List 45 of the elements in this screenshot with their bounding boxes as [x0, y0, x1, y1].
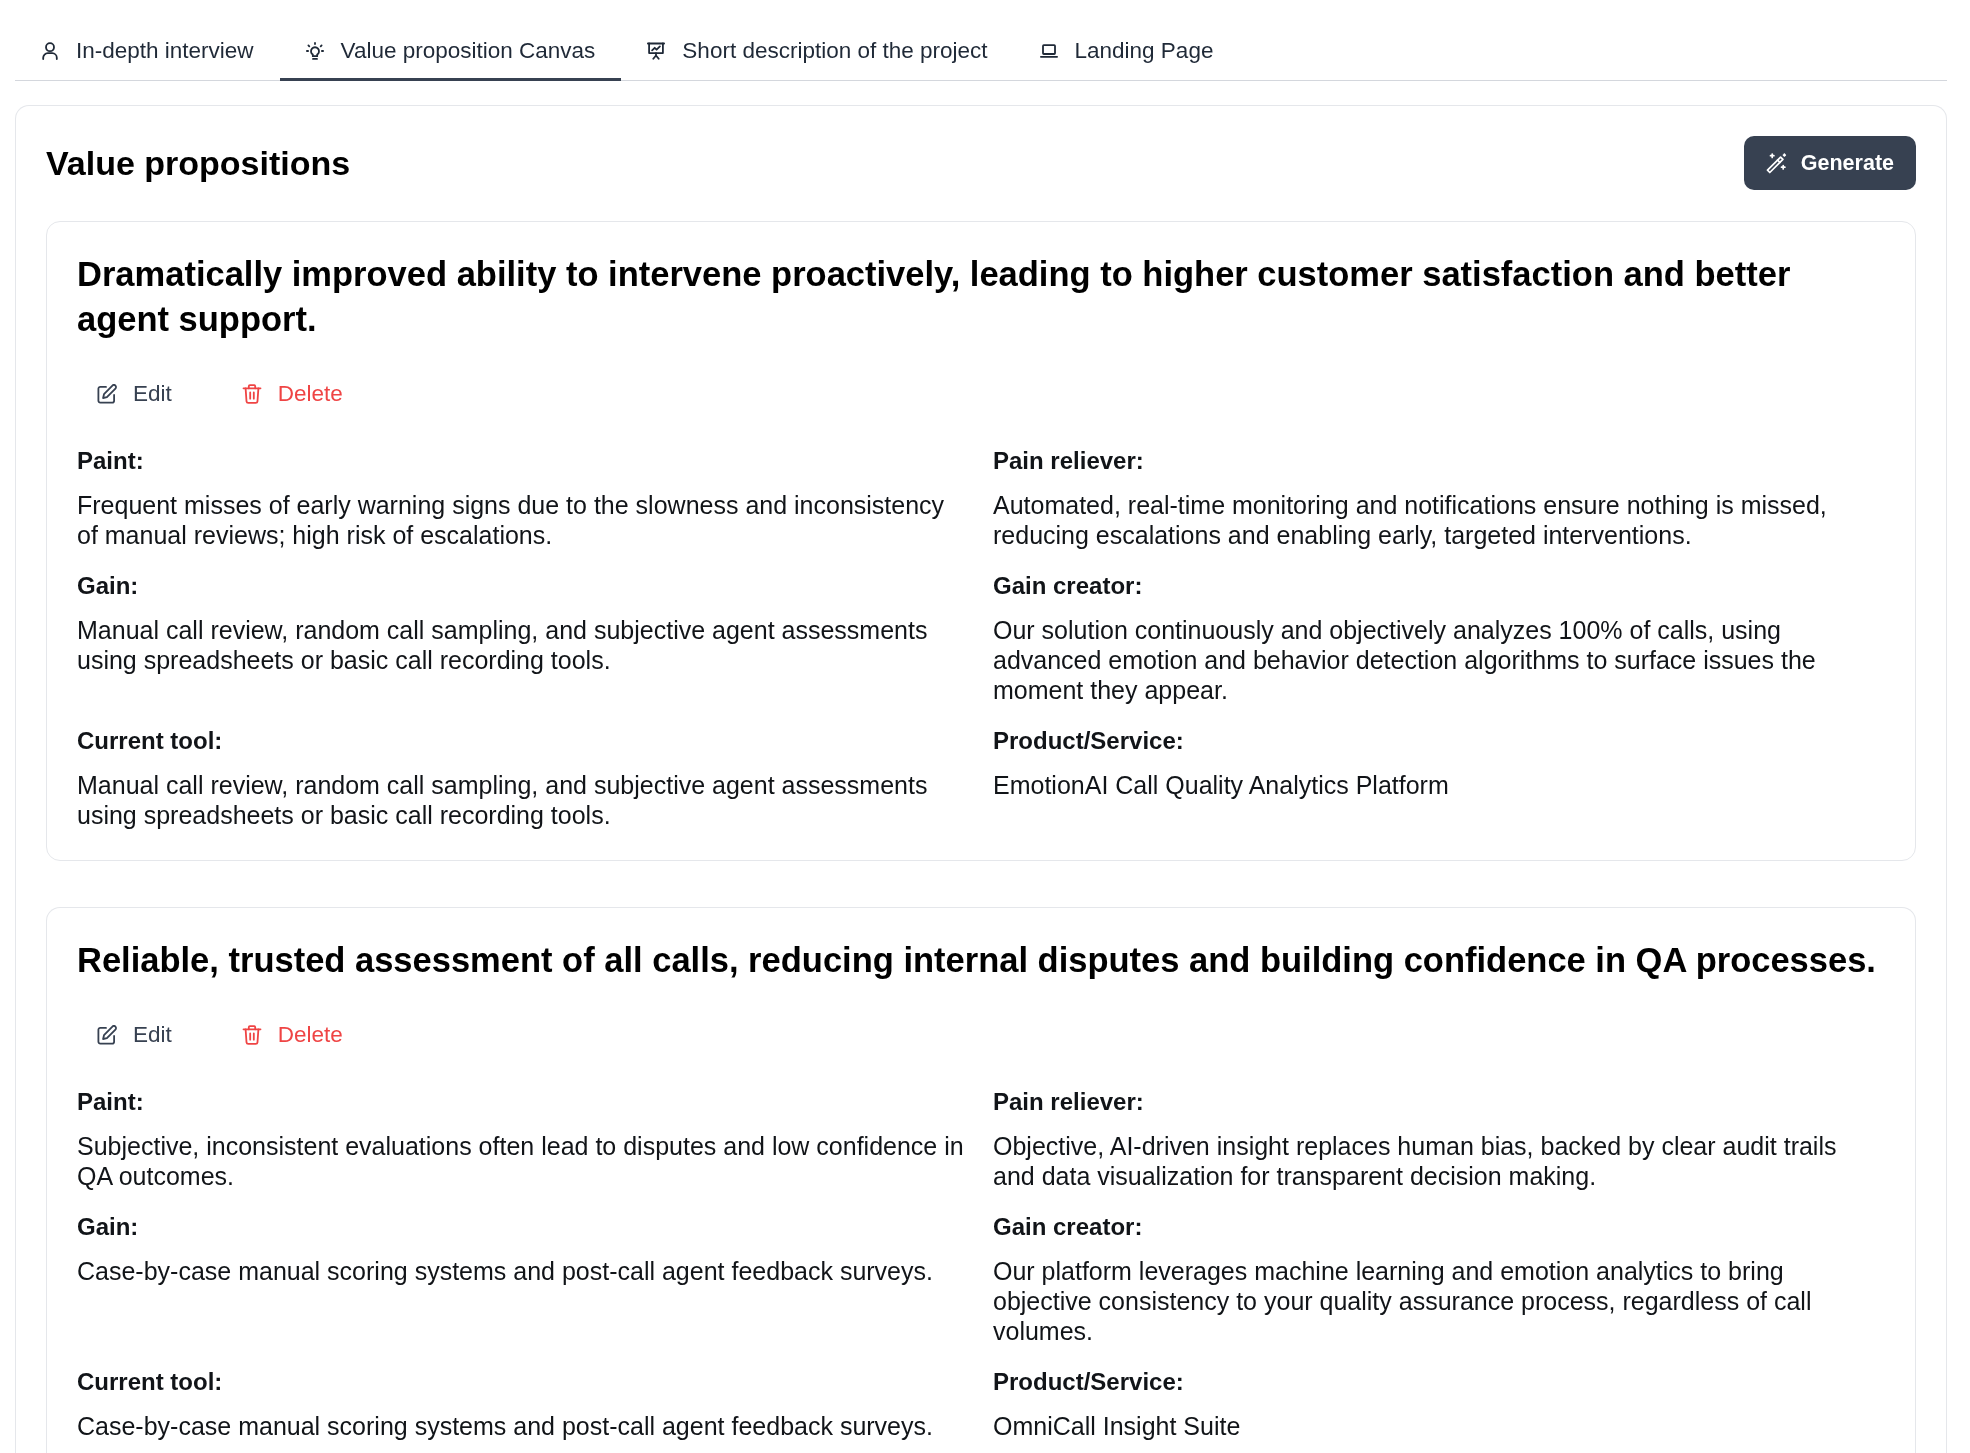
field-text: Our solution continuously and objectively analyzes 100% of calls, using advanced emotion and behavior detection algorithms to surface issues the moment they appear.	[993, 615, 1817, 705]
field-label: Paint:	[77, 446, 145, 476]
presentation-chart-icon	[647, 41, 666, 60]
field-text: Objective, AI-driven insight replaces human bias, backed by clear audit trails and data visualization for transparent decision making.	[993, 1131, 1838, 1191]
field-label: Gain creator:	[993, 1212, 1144, 1242]
tab[interactable]: Short description of the project	[621, 23, 1014, 81]
field-label: Pain reliever:	[993, 446, 1145, 476]
field-text: Frequent misses of early warning signs due to the slowness and inconsistency of manual reviews; high risk of escalations.	[77, 490, 946, 550]
tab[interactable]: In-depth interview	[15, 23, 280, 81]
field-label: Gain:	[77, 1212, 140, 1242]
edit-icon	[97, 384, 117, 404]
edit-icon	[97, 1025, 117, 1045]
tab[interactable]: Value proposition Canvas	[279, 23, 622, 81]
field-label: Current tool:	[77, 726, 224, 756]
field-label: Gain:	[77, 571, 140, 601]
field-text: Our platform leverages machine learning and emotion analytics to bring objective consistency to your quality assurance process, regardless of call volumes.	[993, 1256, 1813, 1346]
magic-wand-icon	[1765, 152, 1787, 174]
field-text: Case-by-case manual scoring systems and post-call agent feedback surveys.	[77, 1411, 934, 1441]
field-label: Gain creator:	[993, 571, 1144, 601]
generate-button[interactable]: Generate	[1743, 136, 1916, 190]
field-label: Product/Service:	[993, 726, 1185, 756]
field-text: Manual call review, random call sampling, and subjective agent assessments using spreadsheets or basic call recording tools.	[77, 615, 929, 675]
proposition-title: Dramatically improved ability to intervene proactively, leading to higher customer satisfaction and better agent support.	[77, 254, 1792, 340]
field-label: Pain reliever:	[993, 1087, 1145, 1117]
field-text: Subjective, inconsistent evaluations often lead to disputes and low confidence in QA outcomes.	[77, 1131, 965, 1191]
field-text: Case-by-case manual scoring systems and post-call agent feedback surveys.	[77, 1256, 934, 1286]
delete-button[interactable]: Delete	[221, 374, 363, 414]
delete-button[interactable]: Delete	[221, 1015, 363, 1055]
field-text: OmniCall Insight Suite	[993, 1411, 1242, 1441]
trash-icon	[241, 384, 262, 404]
lightbulb-icon	[305, 41, 324, 60]
trash-icon	[241, 1025, 262, 1045]
field-label: Paint:	[77, 1087, 145, 1117]
tab[interactable]: Landing Page	[1013, 23, 1240, 81]
panel-title: Value propositions	[46, 142, 351, 184]
field-text: EmotionAI Call Quality Analytics Platform	[993, 770, 1450, 800]
field-label: Product/Service:	[993, 1367, 1185, 1397]
field-text: Automated, real-time monitoring and notifications ensure nothing is missed, reducing escalations and enabling early, targeted interventions.	[993, 490, 1828, 550]
edit-button[interactable]: Edit	[77, 374, 192, 414]
field-text: Manual call review, random call sampling, and subjective agent assessments using spreadsheets or basic call recording tools.	[77, 770, 929, 830]
person-icon	[41, 41, 59, 60]
proposition-title: Reliable, trusted assessment of all calls, reducing internal disputes and building confidence in QA processes.	[77, 940, 1877, 981]
laptop-icon	[1039, 41, 1058, 60]
field-label: Current tool:	[77, 1367, 224, 1397]
edit-button[interactable]: Edit	[77, 1015, 192, 1055]
